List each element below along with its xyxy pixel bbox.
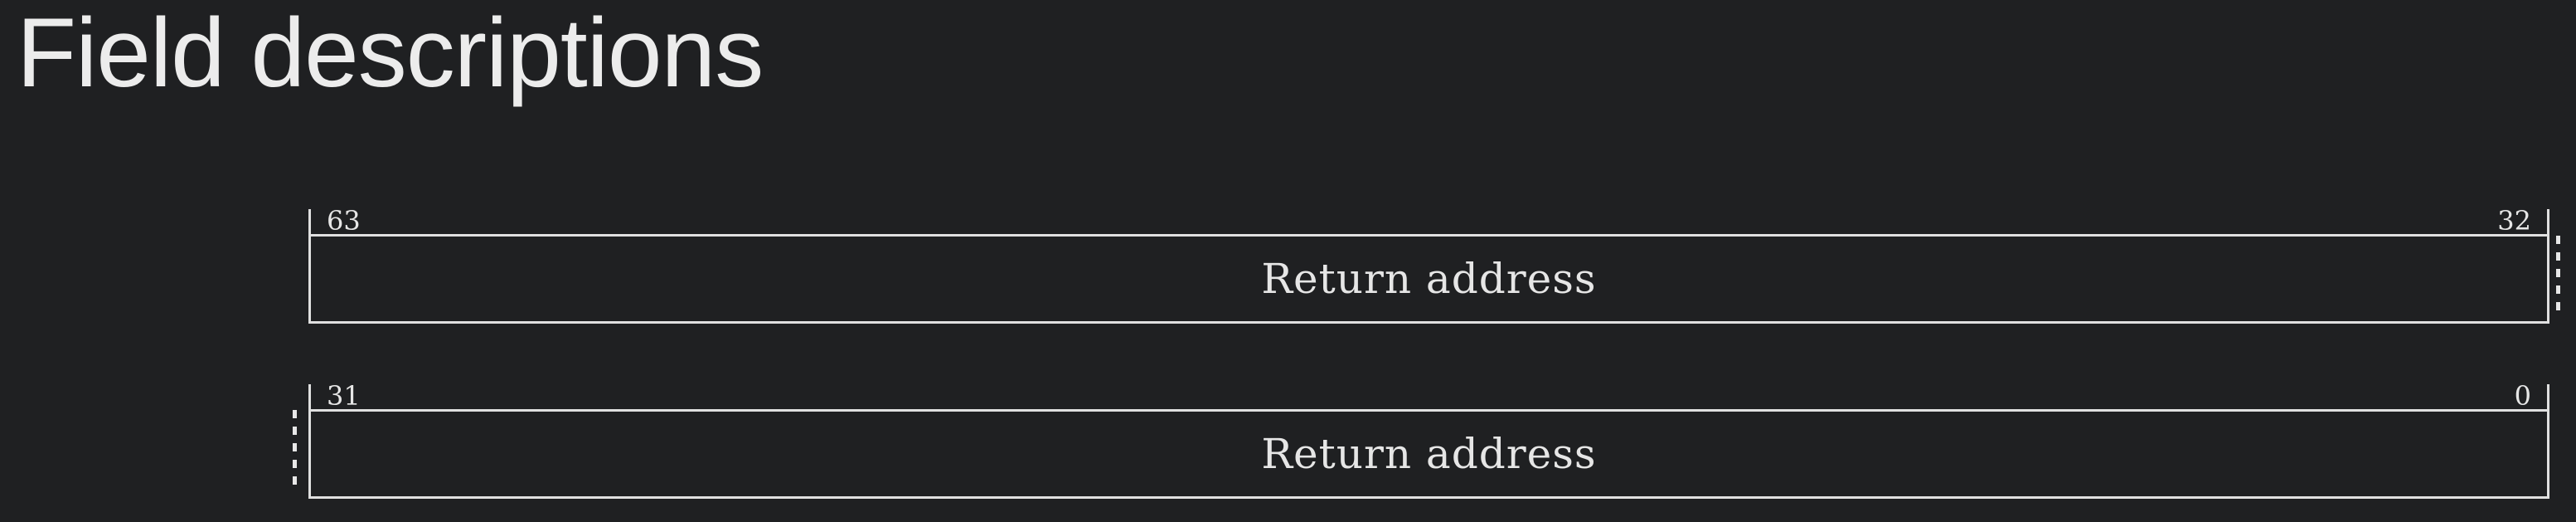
bit-number-msb: 63 [327,205,361,237]
page-title: Field descriptions [17,0,764,108]
bit-number-lsb: 32 [2497,205,2531,237]
field-label: Return address [1261,430,1597,478]
register-row-low: 31 0 Return address [293,380,2549,499]
field-return-address-high: Return address [308,234,2549,324]
field-return-address-low: Return address [308,409,2549,499]
bit-boundary-tick-left [308,209,311,236]
bit-boundary-tick-left [308,384,311,411]
bit-boundary-tick-right [2547,384,2549,411]
field-label: Return address [1261,255,1597,303]
bit-number-msb: 31 [327,380,361,412]
continuation-marker-icon [293,410,297,488]
bit-number-lsb: 0 [2514,380,2531,412]
register-row-high: 63 32 Return address [308,205,2560,324]
bit-boundary-tick-right [2547,209,2549,236]
continuation-marker-icon [2556,236,2560,314]
